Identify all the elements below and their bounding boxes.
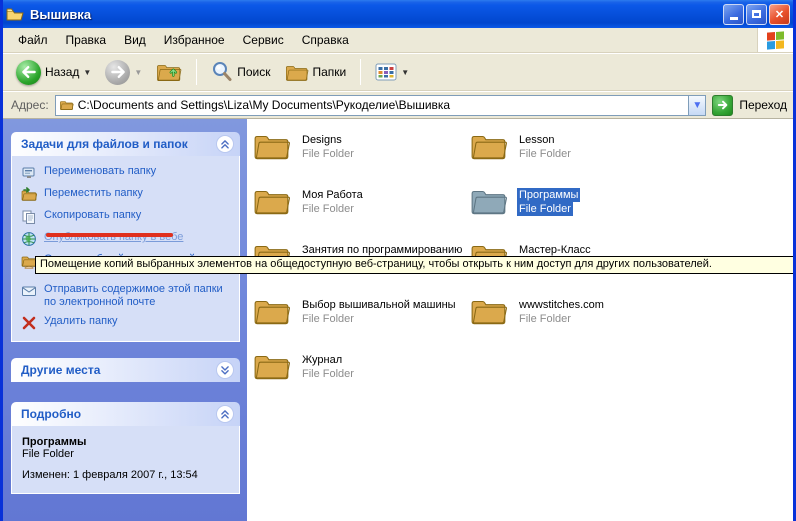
folders-icon [285, 62, 309, 83]
address-bar: Адрес: C:\Documents and Settings\Liza\My… [3, 92, 793, 119]
folder-icon [253, 350, 291, 382]
details-modified: Изменен: 1 февраля 2007 г., 13:54 [22, 469, 231, 481]
address-dropdown-button[interactable]: ▼ [688, 96, 705, 115]
copy-folder-icon [21, 209, 37, 225]
folder-item-moya-rabota[interactable]: Моя РаботаFile Folder [253, 185, 468, 217]
window-folder-icon [6, 6, 24, 22]
address-path: C:\Documents and Settings\Liza\My Docume… [78, 98, 689, 112]
address-field[interactable]: C:\Documents and Settings\Liza\My Docume… [55, 95, 707, 116]
chevron-down-icon[interactable] [216, 361, 234, 379]
maximize-icon [752, 10, 761, 18]
forward-dropdown-icon: ▼ [134, 68, 142, 77]
maximize-button[interactable] [746, 4, 767, 25]
panel-title: Другие места [21, 363, 100, 377]
search-icon [211, 61, 233, 83]
panel-file-tasks-body: Переименовать папку Переместить папку Ск… [11, 156, 240, 342]
email-icon [21, 283, 37, 299]
task-pane: Задачи для файлов и папок Переименовать … [3, 119, 247, 521]
content-area: Задачи для файлов и папок Переименовать … [3, 119, 793, 521]
menu-tools[interactable]: Сервис [234, 30, 293, 50]
go-label: Переход [739, 98, 787, 112]
titlebar: Вышивка ✕ [0, 0, 796, 28]
details-folder-name: Программы [22, 436, 231, 448]
folder-icon [253, 295, 291, 327]
views-icon [375, 63, 397, 81]
task-email-folder[interactable]: Отправить содержимое этой папки по элект… [21, 283, 235, 309]
file-list: DesignsFile Folder LessonFile Folder Моя… [247, 119, 793, 521]
folder-item-wwwstitches[interactable]: wwwstitches.comFile Folder [470, 295, 685, 327]
explorer-window: Вышивка ✕ Файл Правка Вид Избранное Серв… [0, 0, 796, 521]
back-icon [16, 60, 41, 85]
views-button[interactable]: ▼ [370, 61, 414, 83]
menu-help[interactable]: Справка [293, 30, 358, 50]
tooltip: Помещение копий выбранных элементов на о… [35, 256, 794, 274]
back-label: Назад [45, 65, 79, 79]
task-copy-folder[interactable]: Скопировать папку [21, 209, 235, 225]
panel-other-places-header[interactable]: Другие места [11, 358, 240, 382]
panel-other-places: Другие места [11, 358, 240, 382]
menu-view[interactable]: Вид [115, 30, 155, 50]
folder-item-zhurnal[interactable]: ЖурналFile Folder [253, 350, 468, 382]
publish-web-icon [21, 231, 37, 247]
panel-file-tasks: Задачи для файлов и папок Переименовать … [11, 132, 240, 342]
folders-button[interactable]: Папки [280, 60, 352, 85]
menu-file[interactable]: Файл [9, 30, 57, 50]
chevron-up-icon[interactable] [216, 135, 234, 153]
window-title: Вышивка [30, 7, 723, 22]
views-dropdown-icon[interactable]: ▼ [401, 68, 409, 77]
toolbar-separator [360, 59, 361, 85]
task-delete-folder[interactable]: Удалить папку [21, 315, 235, 331]
folder-icon-selected [470, 185, 508, 217]
delete-icon [21, 315, 37, 331]
toolbar: Назад ▼ ▼ Поиск Пап [3, 54, 793, 91]
menu-favorites[interactable]: Избранное [155, 30, 234, 50]
menu-bar: Файл Правка Вид Избранное Сервис Справка [3, 28, 793, 53]
folder-icon [470, 295, 508, 327]
search-label: Поиск [237, 65, 270, 79]
folders-label: Папки [313, 65, 347, 79]
panel-details-header[interactable]: Подробно [11, 402, 240, 426]
forward-icon [105, 60, 130, 85]
annotation-red-underline [46, 233, 173, 237]
address-folder-icon [59, 98, 74, 112]
minimize-icon [730, 17, 738, 20]
panel-details: Подробно Программы File Folder Изменен: … [11, 402, 240, 494]
details-folder-type: File Folder [22, 448, 231, 460]
menu-edit[interactable]: Правка [57, 30, 116, 50]
folder-item-lesson[interactable]: LessonFile Folder [470, 130, 685, 162]
task-rename-folder[interactable]: Переименовать папку [21, 165, 235, 181]
back-button[interactable]: Назад ▼ [11, 58, 96, 87]
panel-details-body: Программы File Folder Изменен: 1 февраля… [11, 426, 240, 494]
panel-file-tasks-header[interactable]: Задачи для файлов и папок [11, 132, 240, 156]
chevron-up-icon[interactable] [216, 405, 234, 423]
task-move-folder[interactable]: Переместить папку [21, 187, 235, 203]
panel-title: Задачи для файлов и папок [21, 137, 188, 151]
search-button[interactable]: Поиск [206, 59, 275, 85]
panel-title: Подробно [21, 407, 81, 421]
forward-button[interactable]: ▼ [100, 58, 147, 87]
minimize-button[interactable] [723, 4, 744, 25]
address-label: Адрес: [11, 98, 49, 112]
folder-icon [253, 130, 291, 162]
rename-folder-icon [21, 165, 37, 181]
up-button[interactable] [151, 58, 187, 86]
move-folder-icon [21, 187, 37, 203]
back-dropdown-icon[interactable]: ▼ [83, 68, 91, 77]
folder-item-designs[interactable]: DesignsFile Folder [253, 130, 468, 162]
folder-item-programmy-selected[interactable]: ПрограммыFile Folder [470, 185, 685, 217]
toolbar-separator [196, 59, 197, 85]
close-button[interactable]: ✕ [769, 4, 790, 25]
go-button[interactable] [712, 95, 733, 116]
folder-item-vybor-mashiny[interactable]: Выбор вышивальной машиныFile Folder [253, 295, 468, 327]
folder-icon [253, 185, 291, 217]
folder-up-icon [156, 60, 182, 84]
folder-icon [470, 130, 508, 162]
windows-logo-icon [757, 28, 793, 52]
